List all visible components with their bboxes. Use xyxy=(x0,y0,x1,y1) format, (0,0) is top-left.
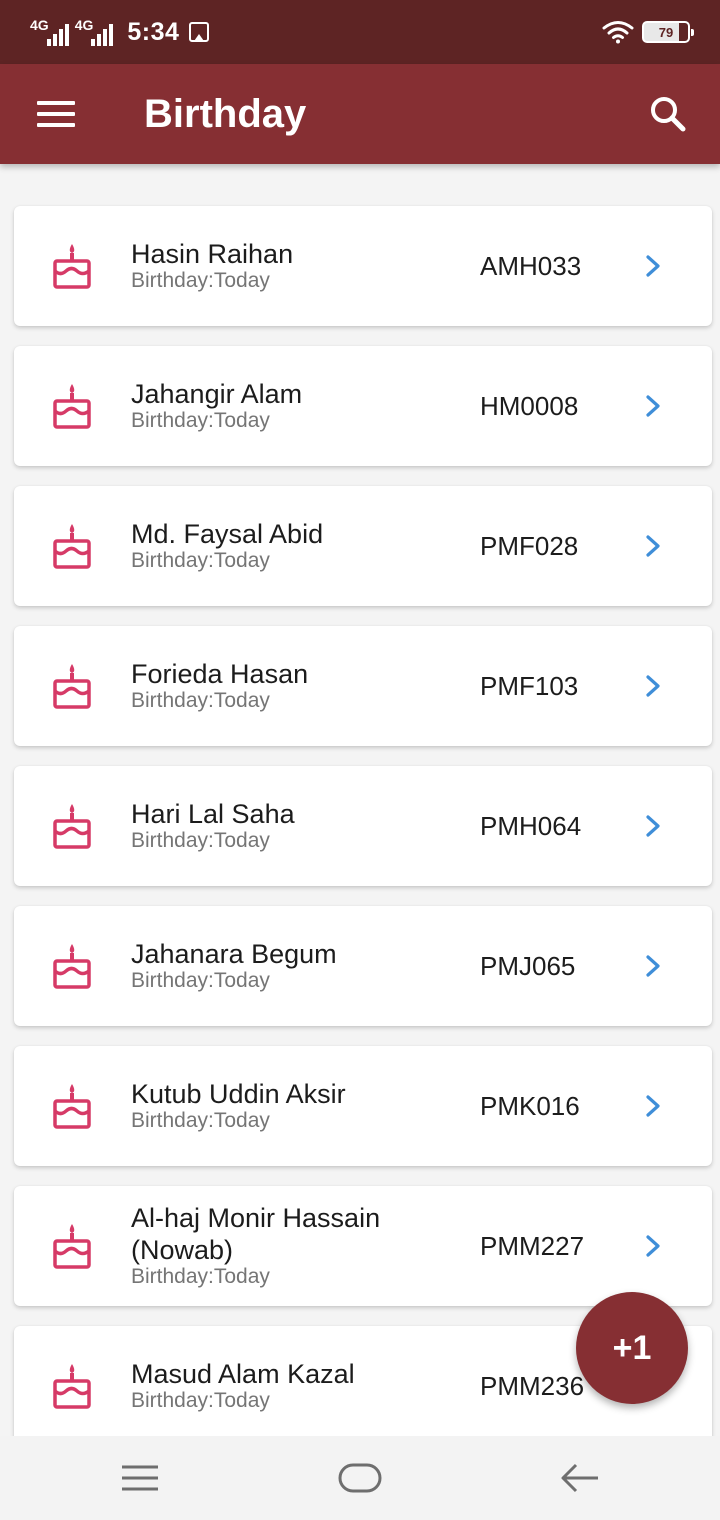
birthday-card[interactable]: Kutub Uddin Aksir Birthday:Today PMK016 xyxy=(14,1046,712,1166)
birthday-card[interactable]: Jahangir Alam Birthday:Today HM0008 xyxy=(14,346,712,466)
gallery-icon xyxy=(189,22,210,42)
person-info: Md. Faysal Abid Birthday:Today xyxy=(131,486,461,606)
cake-icon xyxy=(53,944,91,989)
cake-icon xyxy=(53,1224,91,1269)
cake-icon xyxy=(53,1084,91,1129)
cake-icon xyxy=(53,524,91,569)
birthday-card[interactable]: Jahanara Begum Birthday:Today PMJ065 xyxy=(14,906,712,1026)
cake-icon xyxy=(53,384,91,429)
person-info: Hari Lal Saha Birthday:Today xyxy=(131,766,461,886)
chevron-right-icon[interactable] xyxy=(644,954,662,978)
birthday-label: Birthday:Today xyxy=(131,969,270,992)
birthday-card[interactable]: Forieda Hasan Birthday:Today PMF103 xyxy=(14,626,712,746)
person-code: AMH033 xyxy=(480,250,582,281)
signal-2: 4G xyxy=(75,18,114,46)
person-info: Masud Alam Kazal Birthday:Today xyxy=(131,1326,461,1446)
birthday-label: Birthday:Today xyxy=(131,269,270,292)
person-name: Masud Alam Kazal xyxy=(131,1359,355,1389)
chevron-right-icon[interactable] xyxy=(644,1234,662,1258)
signal-1: 4G xyxy=(30,18,69,46)
birthday-card[interactable]: Md. Faysal Abid Birthday:Today PMF028 xyxy=(14,486,712,606)
search-icon[interactable] xyxy=(638,84,698,144)
person-name: Hasin Raihan xyxy=(131,239,294,269)
page-title: Birthday xyxy=(144,91,307,136)
birthday-label: Birthday:Today xyxy=(131,689,270,712)
status-time: 5:34 xyxy=(127,17,180,46)
birthday-card[interactable]: Hasin Raihan Birthday:Today AMH033 xyxy=(14,206,712,326)
battery-icon: 79 xyxy=(642,21,694,43)
chevron-right-icon[interactable] xyxy=(644,394,662,418)
birthday-label: Birthday:Today xyxy=(131,1389,270,1412)
person-code: HM0008 xyxy=(480,390,579,421)
person-name: Forieda Hasan xyxy=(131,659,309,689)
cake-icon xyxy=(53,1364,91,1409)
person-code: PMK016 xyxy=(480,1090,580,1121)
birthday-label: Birthday:Today xyxy=(131,549,270,572)
person-code: PMF028 xyxy=(480,530,579,561)
person-name: Al-haj Monir Hassain (Nowab) xyxy=(131,1203,381,1265)
status-right: 79 xyxy=(602,20,694,44)
birthday-list: Hasin Raihan Birthday:Today AMH033 Jahan… xyxy=(14,206,712,1446)
person-code: PMM236 xyxy=(480,1370,585,1401)
birthday-label: Birthday:Today xyxy=(131,829,270,852)
person-code: PMF103 xyxy=(480,670,579,701)
birthday-card[interactable]: Hari Lal Saha Birthday:Today PMH064 xyxy=(14,766,712,886)
battery-level: 79 xyxy=(658,24,674,40)
person-info: Hasin Raihan Birthday:Today xyxy=(131,206,461,326)
person-info: Kutub Uddin Aksir Birthday:Today xyxy=(131,1046,461,1166)
birthday-label: Birthday:Today xyxy=(131,1265,270,1288)
birthday-label: Birthday:Today xyxy=(131,409,270,432)
person-info: Jahangir Alam Birthday:Today xyxy=(131,346,461,466)
person-name: Jahanara Begum xyxy=(131,939,337,969)
person-code: PMM227 xyxy=(480,1230,585,1261)
person-name: Kutub Uddin Aksir xyxy=(131,1079,346,1109)
chevron-right-icon[interactable] xyxy=(644,1094,662,1118)
recents-icon[interactable] xyxy=(80,1436,200,1520)
person-name: Jahangir Alam xyxy=(131,379,303,409)
back-icon[interactable] xyxy=(520,1436,640,1520)
system-nav-bar xyxy=(0,1436,720,1520)
person-info: Jahanara Begum Birthday:Today xyxy=(131,906,461,1026)
person-info: Forieda Hasan Birthday:Today xyxy=(131,626,461,746)
wifi-icon xyxy=(602,21,634,44)
chevron-right-icon[interactable] xyxy=(644,254,662,278)
chevron-right-icon[interactable] xyxy=(644,814,662,838)
app-bar: Birthday xyxy=(0,64,720,164)
signal-icon xyxy=(91,24,114,46)
cake-icon xyxy=(53,664,91,709)
hamburger-menu-icon[interactable] xyxy=(18,76,94,152)
birthday-label: Birthday:Today xyxy=(131,1109,270,1132)
home-icon[interactable] xyxy=(300,1436,420,1520)
chevron-right-icon[interactable] xyxy=(644,534,662,558)
person-name: Hari Lal Saha xyxy=(131,799,295,829)
person-info: Al-haj Monir Hassain (Nowab) Birthday:To… xyxy=(131,1186,461,1306)
status-bar: 4G 4G 5:34 79 xyxy=(0,0,720,64)
cake-icon xyxy=(53,244,91,289)
add-one-button[interactable]: +1 xyxy=(576,1292,688,1404)
birthday-card[interactable]: Al-haj Monir Hassain (Nowab) Birthday:To… xyxy=(14,1186,712,1306)
person-code: PMH064 xyxy=(480,810,582,841)
signal-icon xyxy=(46,24,69,46)
person-name: Md. Faysal Abid xyxy=(131,519,324,549)
cake-icon xyxy=(53,804,91,849)
chevron-right-icon[interactable] xyxy=(644,674,662,698)
person-code: PMJ065 xyxy=(480,950,576,981)
